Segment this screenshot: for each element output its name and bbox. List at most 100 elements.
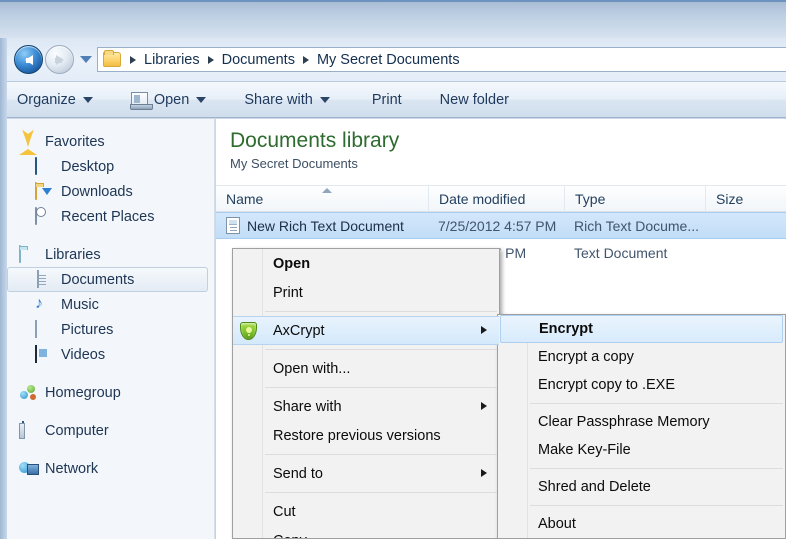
sidebar-item-label: Homegroup bbox=[45, 384, 121, 401]
submenu-item-encrypt-copy-to-exe[interactable]: Encrypt copy to .EXE bbox=[498, 371, 785, 399]
sidebar-item-music[interactable]: ♪ Music bbox=[7, 292, 214, 317]
submenu-separator bbox=[530, 468, 783, 469]
sidebar-item-homegroup[interactable]: Homegroup bbox=[7, 380, 214, 405]
music-note-icon: ♪ bbox=[35, 295, 43, 312]
column-header-name[interactable]: Name bbox=[216, 186, 428, 211]
breadcrumb-item-documents[interactable]: Documents bbox=[220, 52, 297, 68]
sidebar-item-pictures[interactable]: Pictures bbox=[7, 317, 214, 342]
context-menu-item-open-with[interactable]: Open with... bbox=[233, 354, 499, 383]
share-with-button[interactable]: Share with bbox=[234, 82, 340, 117]
context-menu-item-copy[interactable]: Copy bbox=[233, 526, 499, 539]
context-menu-item-share-with[interactable]: Share with bbox=[233, 392, 499, 421]
sidebar-item-desktop[interactable]: Desktop bbox=[7, 154, 214, 179]
context-menu-item-axcrypt[interactable]: AxCrypt bbox=[233, 316, 499, 345]
window-title-bar bbox=[0, 0, 786, 38]
sidebar-item-label: Pictures bbox=[61, 321, 114, 338]
context-menu-item-open[interactable]: Open bbox=[233, 249, 499, 278]
recent-places-icon bbox=[35, 207, 54, 225]
column-headers: Name Date modified Type Size bbox=[216, 185, 786, 212]
submenu-item-shred-and-delete[interactable]: Shred and Delete bbox=[498, 473, 785, 501]
axcrypt-shield-icon bbox=[240, 321, 257, 340]
desktop-icon bbox=[35, 157, 54, 175]
window-left-frame bbox=[0, 38, 7, 539]
context-menu-item-label: Restore previous versions bbox=[273, 427, 441, 444]
back-button[interactable] bbox=[14, 45, 43, 74]
sidebar-item-libraries[interactable]: Libraries bbox=[7, 242, 214, 267]
open-label: Open bbox=[153, 91, 190, 108]
sidebar-item-downloads[interactable]: Downloads bbox=[7, 179, 214, 204]
sidebar-item-label: Computer bbox=[45, 422, 109, 439]
sidebar-item-label: Network bbox=[45, 460, 99, 477]
sidebar-item-label: Favorites bbox=[45, 133, 105, 150]
new-folder-button[interactable]: New folder bbox=[430, 82, 519, 117]
forward-button[interactable] bbox=[45, 45, 74, 74]
column-header-size[interactable]: Size bbox=[705, 186, 786, 211]
network-icon bbox=[19, 460, 39, 477]
submenu-item-encrypt[interactable]: Encrypt bbox=[500, 315, 783, 343]
print-button[interactable]: Print bbox=[362, 82, 412, 117]
context-menu-item-print[interactable]: Print bbox=[233, 278, 499, 307]
sidebar-item-label: Documents bbox=[61, 271, 135, 288]
submenu-item-label: Clear Passphrase Memory bbox=[538, 414, 710, 430]
context-menu-item-restore-previous-versions[interactable]: Restore previous versions bbox=[233, 421, 499, 450]
chevron-down-icon bbox=[196, 96, 207, 103]
context-menu-item-label: Cut bbox=[273, 503, 296, 520]
submenu-item-clear-passphrase-memory[interactable]: Clear Passphrase Memory bbox=[498, 408, 785, 436]
homegroup-icon bbox=[19, 384, 38, 401]
context-menu-item-label: Send to bbox=[273, 465, 323, 482]
submenu-item-label: Shred and Delete bbox=[538, 479, 651, 495]
sidebar-item-videos[interactable]: Videos bbox=[7, 342, 214, 367]
submenu-separator bbox=[530, 403, 783, 404]
print-label: Print bbox=[371, 91, 402, 108]
chevron-down-icon bbox=[319, 96, 330, 103]
sidebar-item-computer[interactable]: Computer bbox=[7, 418, 214, 443]
sidebar-item-favorites[interactable]: Favorites bbox=[7, 129, 214, 155]
column-header-date-modified[interactable]: Date modified bbox=[428, 186, 564, 211]
open-button[interactable]: Open bbox=[121, 82, 216, 117]
submenu-arrow-icon bbox=[481, 402, 487, 410]
folder-icon bbox=[103, 50, 121, 67]
new-folder-label: New folder bbox=[439, 91, 509, 108]
breadcrumb-item-libraries[interactable]: Libraries bbox=[142, 52, 202, 68]
page-subtitle: My Secret Documents bbox=[230, 156, 358, 171]
sidebar-item-network[interactable]: Network bbox=[7, 456, 214, 481]
rich-text-file-icon bbox=[226, 217, 240, 234]
chevron-down-icon[interactable] bbox=[80, 56, 92, 63]
context-menu-item-send-to[interactable]: Send to bbox=[233, 459, 499, 488]
organize-button[interactable]: Organize bbox=[7, 82, 103, 117]
navigation-buttons bbox=[14, 45, 97, 74]
file-name-cell: New Rich Text Document bbox=[216, 217, 428, 234]
submenu-item-make-key-file[interactable]: Make Key-File bbox=[498, 436, 785, 464]
context-menu-item-cut[interactable]: Cut bbox=[233, 497, 499, 526]
sidebar-item-recent-places[interactable]: Recent Places bbox=[7, 204, 214, 229]
organize-label: Organize bbox=[17, 91, 76, 108]
submenu-item-about[interactable]: About bbox=[498, 510, 785, 538]
submenu-item-label: Make Key-File bbox=[538, 442, 631, 458]
page-title: Documents library bbox=[230, 129, 400, 152]
chevron-down-icon bbox=[82, 96, 93, 103]
column-header-label: Name bbox=[226, 190, 264, 207]
star-icon bbox=[19, 133, 38, 155]
video-icon bbox=[35, 345, 54, 363]
context-menu-separator bbox=[265, 387, 497, 388]
submenu-item-encrypt-a-copy[interactable]: Encrypt a copy bbox=[498, 343, 785, 371]
sidebar-item-label: Videos bbox=[61, 346, 106, 363]
sort-ascending-icon bbox=[322, 188, 332, 193]
breadcrumb-separator-icon bbox=[130, 55, 136, 64]
column-header-type[interactable]: Type bbox=[564, 186, 705, 211]
sidebar-item-label: Music bbox=[61, 296, 99, 313]
breadcrumb-separator-icon bbox=[302, 55, 309, 64]
sidebar-item-label: Libraries bbox=[45, 246, 101, 263]
explorer-window: Libraries Documents My Secret Documents … bbox=[0, 0, 786, 539]
document-icon bbox=[35, 270, 54, 288]
submenu-arrow-icon bbox=[481, 469, 487, 477]
downloads-folder-icon bbox=[35, 182, 54, 200]
sidebar-item-documents[interactable]: Documents bbox=[7, 267, 208, 292]
axcrypt-submenu: Encrypt Encrypt a copy Encrypt copy to .… bbox=[497, 314, 786, 539]
breadcrumb-item-my-secret-documents[interactable]: My Secret Documents bbox=[315, 52, 462, 68]
command-toolbar: Organize Open Share with Print New folde… bbox=[7, 81, 786, 118]
table-row[interactable]: New Rich Text Document 7/25/2012 4:57 PM… bbox=[216, 212, 786, 239]
breadcrumb[interactable]: Libraries Documents My Secret Documents bbox=[97, 47, 786, 72]
